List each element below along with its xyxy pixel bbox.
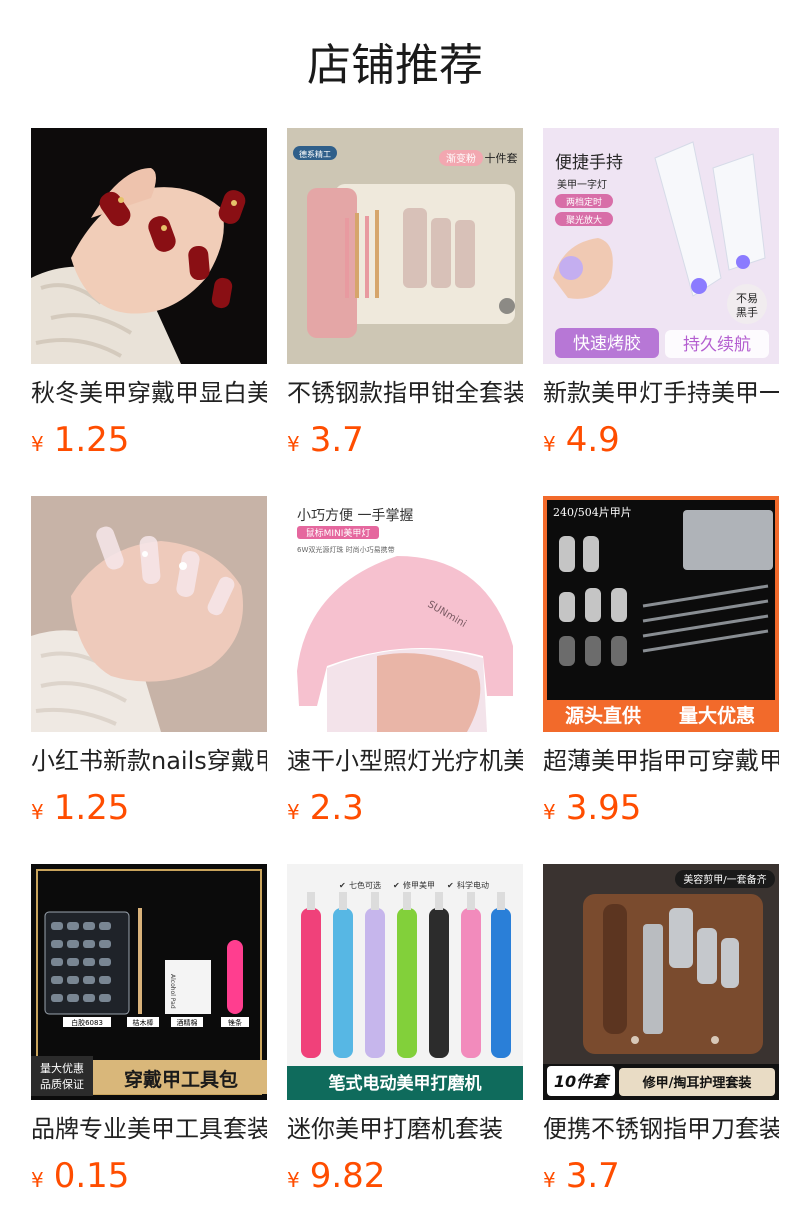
product-card[interactable]: 美容剪甲/一套备齐 10件套 修甲/掏耳护理套装 便携不锈钢指甲刀套装 ¥3.7 <box>543 864 779 1204</box>
product-image[interactable] <box>31 128 267 364</box>
image-caption: 德系精工 <box>299 149 331 159</box>
svg-text:✔: ✔ <box>447 881 454 890</box>
price-value: 9.82 <box>309 1156 386 1196</box>
image-caption: 6W双光源灯珠 时尚小巧易携带 <box>297 545 395 554</box>
product-image[interactable]: 美容剪甲/一套备齐 10件套 修甲/掏耳护理套装 <box>543 864 779 1100</box>
image-caption: 锉条 <box>228 1018 242 1027</box>
product-name[interactable]: 迷你美甲打磨机套装 <box>287 1112 523 1146</box>
currency-symbol: ¥ <box>543 800 556 824</box>
page-title: 店铺推荐 <box>307 40 483 91</box>
product-price: ¥4.9 <box>543 420 620 460</box>
product-name[interactable]: 小红书新款nails穿戴甲 <box>31 744 267 778</box>
image-caption: 酒精棉 <box>177 1018 198 1027</box>
image-caption: 美容剪甲/一套备齐 <box>683 873 766 886</box>
currency-symbol: ¥ <box>31 432 44 456</box>
image-caption: 快速烤胶 <box>573 334 641 354</box>
price-value: 1.25 <box>53 788 130 828</box>
product-image[interactable] <box>31 496 267 732</box>
currency-symbol: ¥ <box>287 800 300 824</box>
price-value: 4.9 <box>565 420 620 460</box>
image-caption: 鼠标MINI美甲灯 <box>306 527 371 539</box>
product-image[interactable]: Alcohol Pad 白胶6083 桔木棒 酒精棉 锉条 量大优惠 品质保证 … <box>31 864 267 1100</box>
price-value: 3.7 <box>565 1156 620 1196</box>
currency-symbol: ¥ <box>31 800 44 824</box>
image-caption: 十件套 <box>485 151 518 165</box>
product-name[interactable]: 秋冬美甲穿戴甲显白美甲片 <box>31 376 267 410</box>
product-card[interactable]: 便捷手持 美甲一字灯 两档定时 聚光放大 不易 黑手 快速烤胶 持久续航 新款美… <box>543 128 779 468</box>
image-caption: 小巧方便 一手掌握 <box>297 508 413 524</box>
product-price: ¥9.82 <box>287 1156 385 1196</box>
currency-symbol: ¥ <box>543 1168 556 1192</box>
product-card[interactable]: 小巧方便 一手掌握 鼠标MINI美甲灯 6W双光源灯珠 时尚小巧易携带 SUNm… <box>287 496 523 836</box>
product-price: ¥1.25 <box>31 420 129 460</box>
price-value: 2.3 <box>309 788 364 828</box>
image-caption: 桔木棒 <box>133 1018 154 1027</box>
product-price: ¥0.15 <box>31 1156 129 1196</box>
product-name[interactable]: 速干小型照灯光疗机美甲灯 <box>287 744 523 778</box>
product-card[interactable]: 德系精工 渐变粉 十件套 不锈钢款指甲钳全套装 ¥3.7 <box>287 128 523 468</box>
product-price: ¥2.3 <box>287 788 364 828</box>
product-image[interactable]: 德系精工 渐变粉 十件套 <box>287 128 523 364</box>
image-caption: 聚光放大 <box>566 214 602 226</box>
product-price: ¥3.7 <box>287 420 364 460</box>
image-caption: 美甲一字灯 <box>557 178 607 191</box>
image-caption: 品质保证 <box>40 1077 84 1091</box>
image-caption: 科学电动 <box>457 880 489 890</box>
image-caption: 持久续航 <box>683 335 751 355</box>
image-caption: 笔式电动美甲打磨机 <box>329 1073 482 1094</box>
image-caption: 10件套 <box>554 1072 611 1091</box>
image-caption: 七色可选 <box>349 880 381 890</box>
svg-text:✔: ✔ <box>339 881 346 890</box>
product-image[interactable]: 240/504片甲片 源头直供 量大优惠 <box>543 496 779 732</box>
currency-symbol: ¥ <box>287 1168 300 1192</box>
product-price: ¥3.95 <box>543 788 641 828</box>
price-value: 0.15 <box>53 1156 130 1196</box>
product-name[interactable]: 品牌专业美甲工具套装 <box>31 1112 267 1146</box>
image-caption: 便捷手持 <box>555 153 623 173</box>
product-image[interactable]: 便捷手持 美甲一字灯 两档定时 聚光放大 不易 黑手 快速烤胶 持久续航 <box>543 128 779 364</box>
product-card[interactable]: Alcohol Pad 白胶6083 桔木棒 酒精棉 锉条 量大优惠 品质保证 … <box>31 864 267 1204</box>
image-caption: 量大优惠 <box>679 704 755 727</box>
price-value: 3.7 <box>309 420 364 460</box>
product-image[interactable]: ✔ 七色可选 ✔ 修甲美甲 ✔ 科学电动 笔式电动美甲打磨机 <box>287 864 523 1100</box>
currency-symbol: ¥ <box>31 1168 44 1192</box>
product-price: ¥3.7 <box>543 1156 620 1196</box>
image-caption: 穿戴甲工具包 <box>124 1068 238 1091</box>
image-caption: 修甲美甲 <box>403 880 435 890</box>
image-caption: 修甲/掏耳护理套装 <box>642 1075 752 1091</box>
svg-text:✔: ✔ <box>393 881 400 890</box>
price-value: 1.25 <box>53 420 130 460</box>
product-card[interactable]: ✔ 七色可选 ✔ 修甲美甲 ✔ 科学电动 笔式电动美甲打磨机 迷你美甲打磨机套装… <box>287 864 523 1204</box>
currency-symbol: ¥ <box>287 432 300 456</box>
image-caption: 黑手 <box>736 305 758 319</box>
image-caption: 渐变粉 <box>446 152 476 165</box>
product-name[interactable]: 超薄美甲指甲可穿戴甲片 <box>543 744 779 778</box>
product-card[interactable]: 秋冬美甲穿戴甲显白美甲片 ¥1.25 <box>31 128 267 468</box>
image-caption: 量大优惠 <box>40 1061 84 1075</box>
image-caption: 两档定时 <box>566 196 602 208</box>
product-card[interactable]: 240/504片甲片 源头直供 量大优惠 超薄美甲指甲可穿戴甲片 ¥3.95 <box>543 496 779 836</box>
product-image[interactable]: 小巧方便 一手掌握 鼠标MINI美甲灯 6W双光源灯珠 时尚小巧易携带 SUNm… <box>287 496 523 732</box>
product-name[interactable]: 不锈钢款指甲钳全套装 <box>287 376 523 410</box>
image-caption: 240/504片甲片 <box>553 506 632 519</box>
image-caption: 白胶6083 <box>71 1018 103 1027</box>
image-caption: 源头直供 <box>565 704 641 727</box>
price-value: 3.95 <box>565 788 642 828</box>
product-card[interactable]: 小红书新款nails穿戴甲 ¥1.25 <box>31 496 267 836</box>
image-caption: 不易 <box>736 292 758 305</box>
image-caption: Alcohol Pad <box>169 974 176 1009</box>
product-name[interactable]: 新款美甲灯手持美甲一字灯 <box>543 376 779 410</box>
currency-symbol: ¥ <box>543 432 556 456</box>
product-price: ¥1.25 <box>31 788 129 828</box>
product-name[interactable]: 便携不锈钢指甲刀套装 <box>543 1112 779 1146</box>
